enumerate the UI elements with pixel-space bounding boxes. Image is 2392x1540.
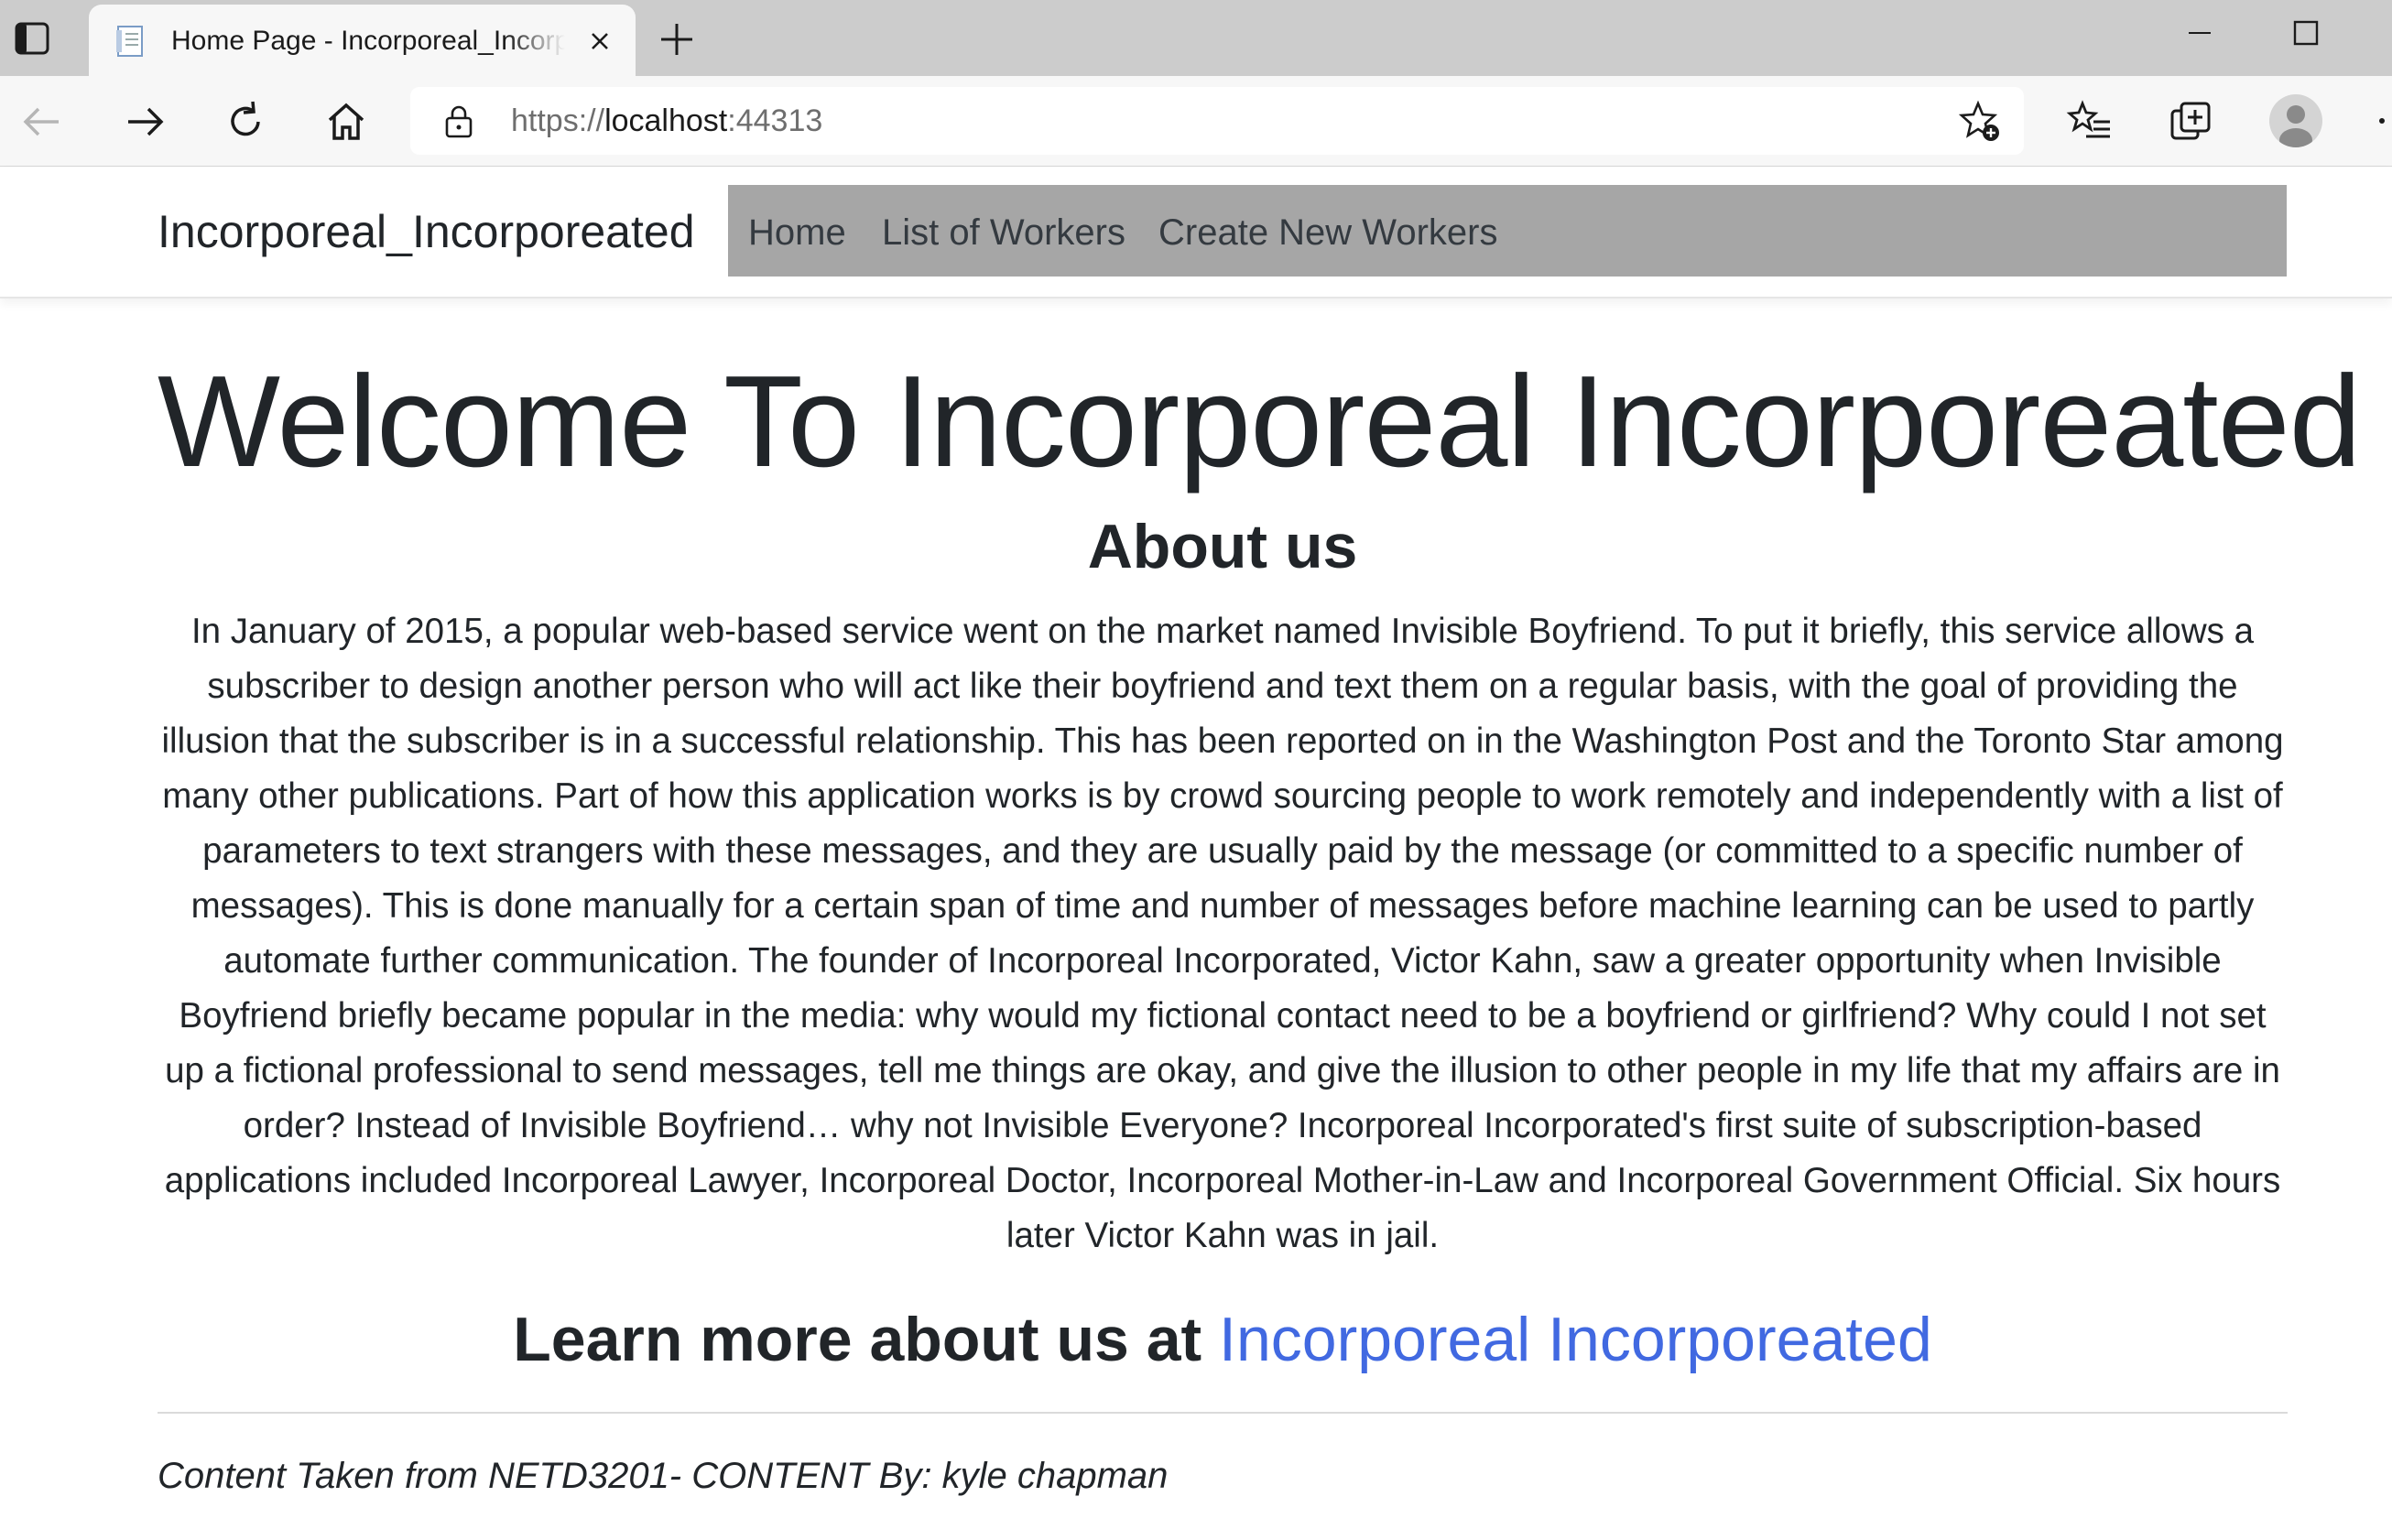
learn-more-heading: Learn more about us at Incorporeal Incor… bbox=[158, 1298, 2288, 1381]
learn-more-link[interactable]: Incorporeal Incorporeated bbox=[1219, 1305, 1932, 1374]
favorites-icon[interactable] bbox=[2066, 98, 2114, 146]
nav-link-create-new-workers[interactable]: Create New Workers bbox=[1158, 211, 1497, 255]
browser-tab-active[interactable]: Home Page - Incorporeal_Incorporeated bbox=[89, 5, 636, 76]
address-bar[interactable]: https://localhost:44313 bbox=[410, 87, 2024, 155]
site-brand-link[interactable]: Incorporeal_Incorporeated bbox=[158, 203, 695, 260]
about-us-heading: About us bbox=[1087, 512, 1358, 581]
back-arrow-icon[interactable] bbox=[18, 98, 66, 146]
url-port: :44313 bbox=[727, 103, 823, 138]
nav-link-home[interactable]: Home bbox=[748, 211, 846, 255]
lock-icon[interactable] bbox=[441, 103, 476, 138]
browser-tabstrip: Home Page - Incorporeal_Incorporeated bbox=[0, 0, 2392, 76]
forward-arrow-icon[interactable] bbox=[121, 98, 169, 146]
nav-link-list-of-workers[interactable]: List of Workers bbox=[882, 211, 1125, 255]
home-icon[interactable] bbox=[322, 98, 370, 146]
page-favicon-icon bbox=[114, 25, 147, 58]
site-header: Incorporeal_Incorporeated Home List of W… bbox=[0, 167, 2392, 298]
new-tab-icon[interactable] bbox=[656, 18, 698, 60]
profile-avatar-icon[interactable] bbox=[2269, 94, 2322, 147]
learn-more-prefix: Learn more about us at bbox=[513, 1305, 1220, 1374]
maximize-icon[interactable] bbox=[2286, 13, 2326, 53]
close-tab-icon[interactable] bbox=[583, 25, 616, 58]
refresh-icon[interactable] bbox=[222, 98, 269, 146]
tab-actions-icon[interactable] bbox=[13, 20, 53, 57]
more-options-icon[interactable] bbox=[2377, 116, 2387, 125]
content-credit-note: Content Taken from NETD3201- CONTENT By:… bbox=[158, 1456, 1169, 1496]
url-text[interactable]: https://localhost:44313 bbox=[511, 102, 822, 140]
divider bbox=[158, 1412, 2288, 1414]
tab-title: Home Page - Incorporeal_Incorporeated bbox=[171, 26, 565, 56]
add-favorite-star-icon[interactable] bbox=[1958, 100, 2002, 144]
welcome-heading: Welcome To Incorporeal Incorporeated bbox=[158, 349, 2362, 494]
minimize-icon[interactable] bbox=[2180, 13, 2220, 53]
url-scheme: https:// bbox=[511, 103, 605, 138]
browser-toolbar: https://localhost:44313 bbox=[0, 76, 2392, 168]
site-navbar: Home List of Workers Create New Workers bbox=[728, 185, 2287, 277]
about-us-paragraph: In January of 2015, a popular web-based … bbox=[161, 612, 2284, 1255]
collections-icon[interactable] bbox=[2167, 98, 2214, 146]
url-host: localhost bbox=[604, 103, 728, 138]
